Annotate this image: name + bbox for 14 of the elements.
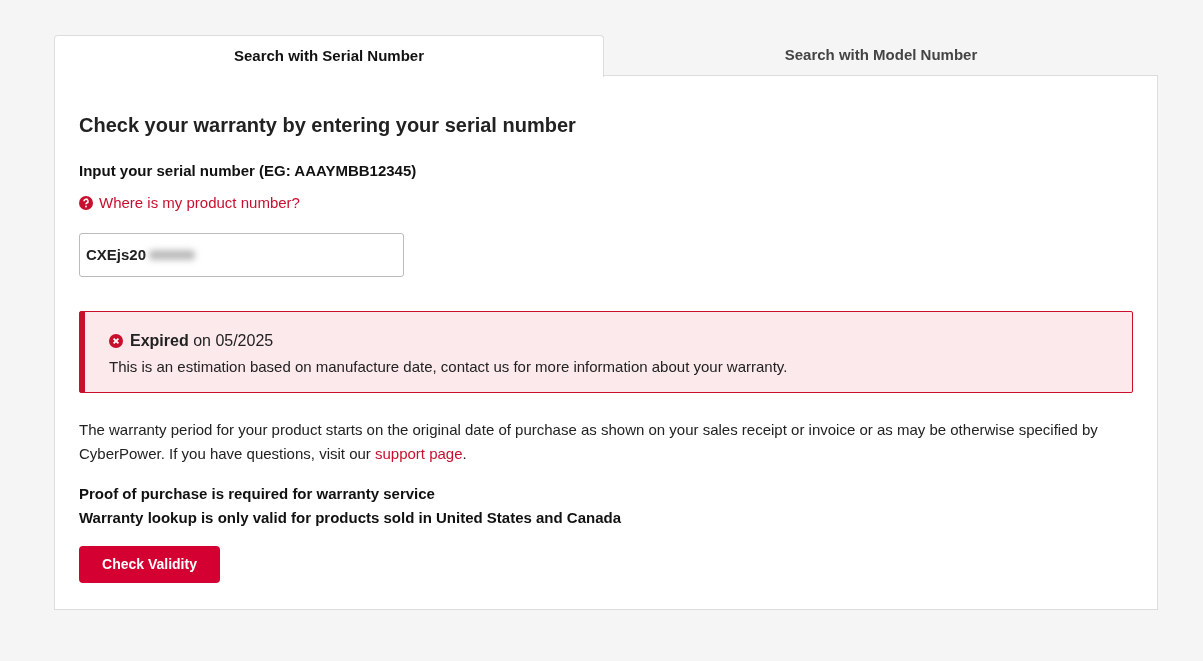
requirement-note: Proof of purchase is required for warranty service (79, 483, 436, 504)
field-label: Input your serial number (EG: AAAYMBB12345) (79, 161, 418, 181)
question-icon (79, 195, 93, 210)
warranty-info-text: The warranty period for your product starts on the original date of purchase as shown on your sales receipt or invoice or as may be otherwise specified by CyberPower. If you have questions, visit our support page. (79, 419, 1099, 464)
error-icon (109, 333, 123, 348)
alert-title: Expired on 05/2025 (130, 330, 274, 351)
help-link[interactable]: Where is my product number? (79, 191, 300, 214)
serial-input-field[interactable]: CXEjs20 (79, 232, 404, 277)
section-heading: Check your warranty by entering your serial number (79, 113, 577, 138)
tab[interactable]: Search with Serial Number (54, 35, 604, 77)
support-page-link[interactable]: support page (375, 444, 463, 462)
check-validity-button[interactable]: Check Validity (79, 545, 220, 583)
alert-message: This is an estimation based on manufacture date, contact us for more information about your warranty. (109, 356, 789, 377)
requirement-note: Warranty lookup is only valid for products sold in United States and Canada (79, 507, 623, 528)
